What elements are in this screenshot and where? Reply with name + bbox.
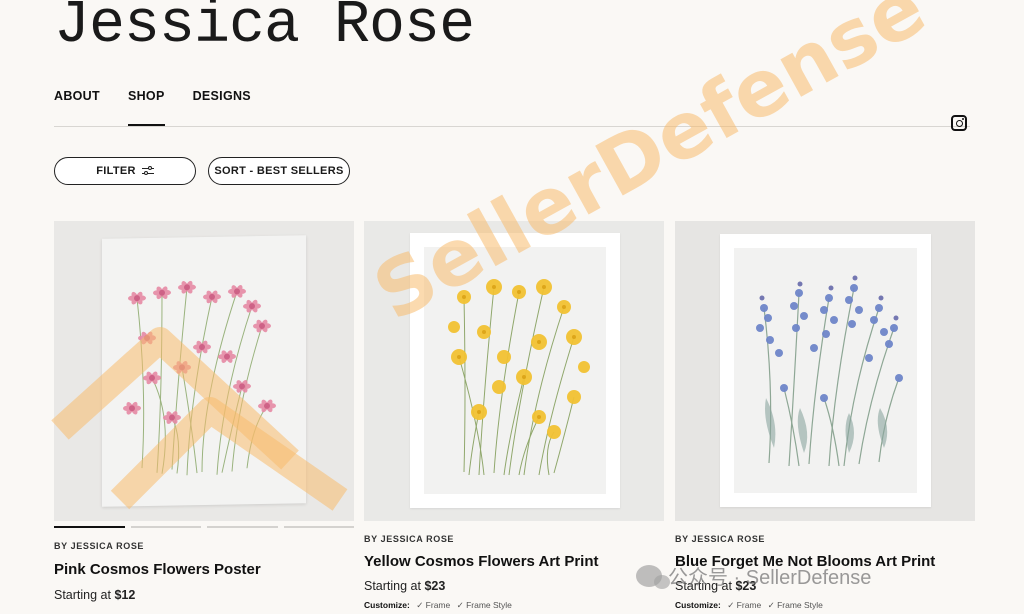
price-prefix: Starting at xyxy=(364,579,421,593)
nav-about[interactable]: ABOUT xyxy=(54,89,100,103)
main-nav: ABOUT SHOP DESIGNS xyxy=(54,89,251,126)
poster-mockup xyxy=(102,235,306,507)
product-card[interactable]: BY JESSICA ROSE Pink Cosmos Flowers Post… xyxy=(54,221,354,602)
pink-cosmos-artwork xyxy=(123,280,276,476)
customize-label: Customize: xyxy=(364,600,410,610)
product-title[interactable]: Yellow Cosmos Flowers Art Print xyxy=(364,553,664,570)
product-title[interactable]: Pink Cosmos Flowers Poster xyxy=(54,561,354,578)
price-prefix: Starting at xyxy=(675,579,732,593)
product-image[interactable] xyxy=(675,221,975,521)
product-image[interactable] xyxy=(54,221,354,521)
nav-shop[interactable]: SHOP xyxy=(127,89,165,126)
option-frame[interactable]: ✓ Frame xyxy=(416,600,450,610)
option-frame[interactable]: ✓ Frame xyxy=(727,600,761,610)
product-artist[interactable]: BY JESSICA ROSE xyxy=(364,534,664,544)
sort-button[interactable]: SORT - BEST SELLERS xyxy=(208,157,350,185)
product-artist[interactable]: BY JESSICA ROSE xyxy=(675,534,975,544)
price-value: $12 xyxy=(114,588,136,602)
sort-label: SORT - BEST SELLERS xyxy=(214,165,344,177)
option-frame-style[interactable]: ✓ Frame Style xyxy=(457,600,512,610)
blue-forget-me-not-artwork xyxy=(756,275,903,467)
customize-label: Customize: xyxy=(675,600,721,610)
customize-options: Customize: ✓ Frame ✓ Frame Style xyxy=(675,600,975,611)
price-prefix: Starting at xyxy=(54,588,111,602)
customize-options: Customize: ✓ Frame ✓ Frame Style xyxy=(364,600,664,611)
product-title[interactable]: Blue Forget Me Not Blooms Art Print xyxy=(675,553,975,570)
option-frame-style[interactable]: ✓ Frame Style xyxy=(768,600,823,610)
brand-title[interactable]: Jessica Rose xyxy=(54,0,475,58)
filter-label: FILTER xyxy=(96,165,136,177)
price-value: $23 xyxy=(735,579,757,593)
product-card[interactable]: BY JESSICA ROSE Yellow Cosmos Flowers Ar… xyxy=(364,221,664,611)
product-price: Starting at $23 xyxy=(364,579,664,593)
header-divider xyxy=(54,126,970,127)
product-image[interactable] xyxy=(364,221,664,521)
image-carousel-indicator[interactable] xyxy=(54,526,354,528)
sliders-icon xyxy=(141,166,154,176)
product-artist[interactable]: BY JESSICA ROSE xyxy=(54,541,354,551)
product-price: Starting at $12 xyxy=(54,588,354,602)
price-value: $23 xyxy=(424,579,446,593)
yellow-cosmos-artwork xyxy=(448,279,590,476)
product-price: Starting at $23 xyxy=(675,579,975,593)
framed-print-mockup xyxy=(410,233,620,508)
shop-page: Jessica Rose ABOUT SHOP DESIGNS FILTER S… xyxy=(0,0,1024,614)
product-card[interactable]: BY JESSICA ROSE Blue Forget Me Not Bloom… xyxy=(675,221,975,611)
nav-designs[interactable]: DESIGNS xyxy=(193,89,251,103)
instagram-icon[interactable] xyxy=(951,115,967,131)
framed-print-mockup xyxy=(720,234,931,507)
filter-button[interactable]: FILTER xyxy=(54,157,196,185)
